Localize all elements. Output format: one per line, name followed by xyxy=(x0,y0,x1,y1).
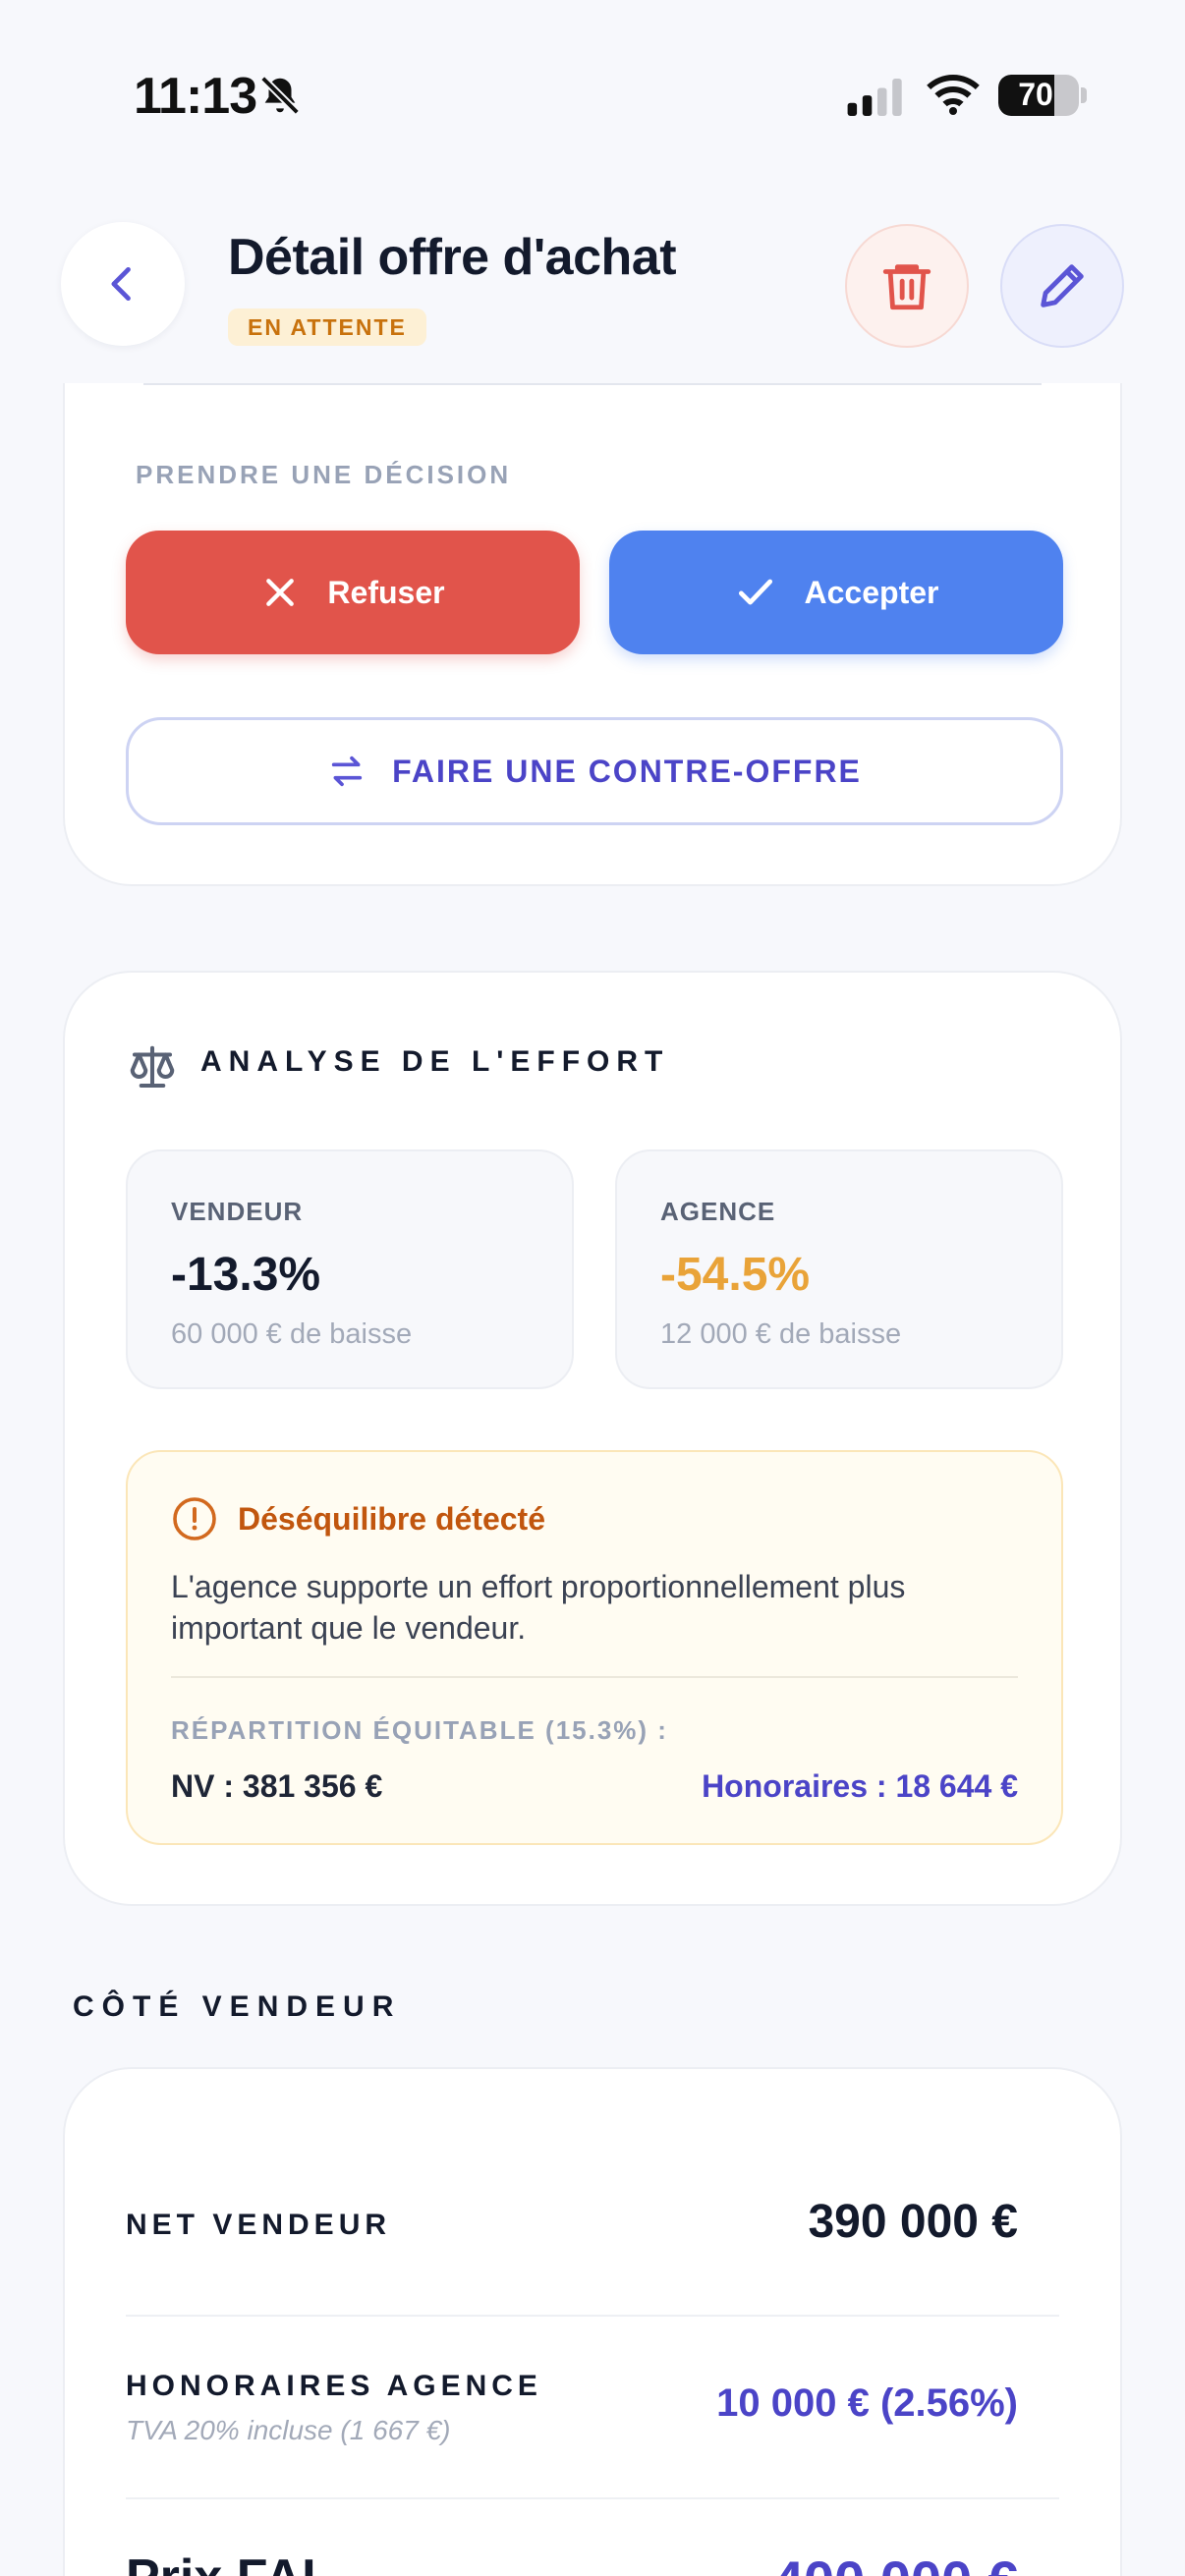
agency-effort-box: AGENCE -54.5% 12 000 € de baisse xyxy=(615,1149,1063,1389)
status-bar: 11:13 70 xyxy=(0,0,1185,187)
battery-percent: 70 xyxy=(1018,77,1053,112)
decision-label: PRENDRE UNE DÉCISION xyxy=(136,460,512,489)
alert-title: Déséquilibre détecté xyxy=(238,1501,545,1537)
fair-split-net-seller: NV : 381 356 € xyxy=(171,1768,383,1804)
net-seller-value: 390 000 € xyxy=(808,2196,1018,2248)
accept-label: Accepter xyxy=(804,574,939,610)
warning-circle-icon xyxy=(173,1497,216,1540)
agency-effort-label: AGENCE xyxy=(660,1197,776,1226)
delete-button[interactable] xyxy=(845,224,969,348)
agency-effort-value: -54.5% xyxy=(660,1249,811,1301)
agency-fees-vat-note: TVA 20% incluse (1 667 €) xyxy=(126,2415,451,2445)
accept-button[interactable]: Accepter xyxy=(609,531,1063,654)
imbalance-alert: Déséquilibre détecté L'agence supporte u… xyxy=(126,1450,1063,1845)
row-divider xyxy=(126,2315,1059,2317)
fair-split-label: RÉPARTITION ÉQUITABLE (15.3%) : xyxy=(171,1715,668,1745)
swap-arrows-icon xyxy=(331,756,363,787)
seller-effort-label: VENDEUR xyxy=(171,1197,304,1226)
seller-section-title: CÔTÉ VENDEUR xyxy=(73,1990,402,2023)
fai-price-value: 400 000 € xyxy=(773,2548,1018,2576)
seller-effort-box: VENDEUR -13.3% 60 000 € de baisse xyxy=(126,1149,574,1389)
battery-indicator: 70 xyxy=(998,75,1079,116)
cellular-signal-icon xyxy=(847,79,902,116)
page-title: Détail offre d'achat xyxy=(228,229,677,286)
refuse-label: Refuser xyxy=(327,574,445,610)
bell-slash-icon xyxy=(260,76,300,115)
alert-text: L'agence supporte un effort proportionne… xyxy=(171,1569,906,1646)
fair-split-fees: Honoraires : 18 644 € xyxy=(702,1768,1018,1804)
seller-effort-value: -13.3% xyxy=(171,1249,321,1301)
effort-title: ANALYSE DE L'EFFORT xyxy=(200,1045,670,1078)
seller-card: NET VENDEUR 390 000 € HONORAIRES AGENCE … xyxy=(63,2067,1122,2576)
card-divider xyxy=(143,383,1042,385)
chevron-left-icon xyxy=(111,266,131,302)
status-badge: EN ATTENTE xyxy=(228,308,426,346)
fai-price-label: Prix FAI xyxy=(126,2548,316,2576)
alert-divider xyxy=(171,1676,1018,1678)
refuse-button[interactable]: Refuser xyxy=(126,531,580,654)
net-seller-label: NET VENDEUR xyxy=(126,2209,392,2241)
check-icon xyxy=(738,579,772,605)
back-button[interactable] xyxy=(61,222,185,346)
effort-analysis-card: ANALYSE DE L'EFFORT VENDEUR -13.3% 60 00… xyxy=(63,971,1122,1906)
scale-icon xyxy=(130,1045,175,1089)
decision-card: PRENDRE UNE DÉCISION Refuser Accepter FA… xyxy=(63,324,1122,886)
row-divider xyxy=(126,2497,1059,2499)
trash-icon xyxy=(882,264,931,310)
counter-offer-label: FAIRE UNE CONTRE-OFFRE xyxy=(392,753,862,789)
header: Détail offre d'achat EN ATTENTE xyxy=(0,196,1185,383)
wifi-icon xyxy=(927,75,980,115)
close-icon xyxy=(266,579,295,606)
agency-fees-value: 10 000 € (2.56%) xyxy=(716,2381,1018,2425)
edit-button[interactable] xyxy=(1000,224,1124,348)
pencil-icon xyxy=(1041,264,1084,308)
counter-offer-button[interactable]: FAIRE UNE CONTRE-OFFRE xyxy=(126,717,1063,825)
agency-fees-label: HONORAIRES AGENCE xyxy=(126,2370,542,2402)
battery-cap xyxy=(1081,87,1087,103)
seller-effort-sub: 60 000 € de baisse xyxy=(171,1318,413,1350)
status-time: 11:13 xyxy=(134,68,257,125)
agency-effort-sub: 12 000 € de baisse xyxy=(660,1318,902,1350)
